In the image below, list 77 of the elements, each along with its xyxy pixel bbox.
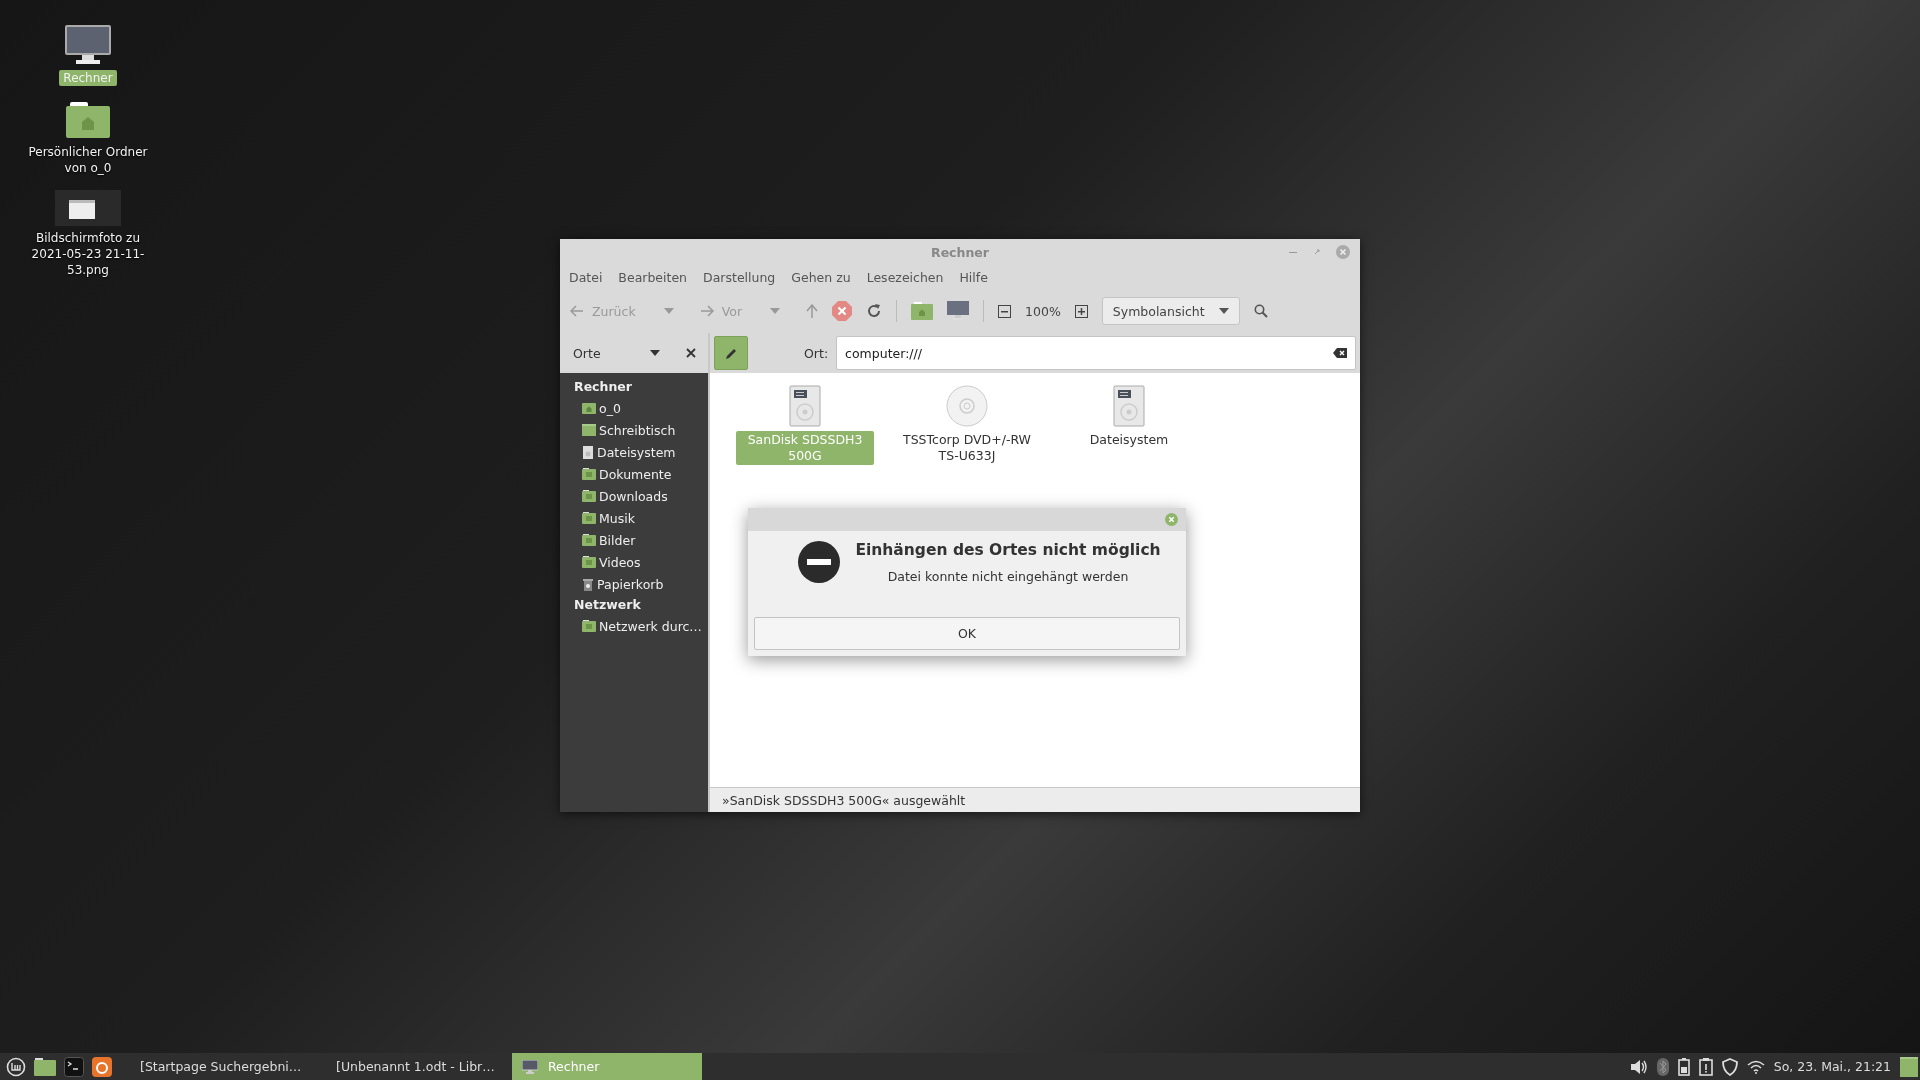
desktop-folder-icon (582, 424, 596, 436)
image-thumbnail-icon[interactable] (55, 190, 121, 226)
sidebar-item[interactable]: Schreibtisch (599, 422, 676, 438)
sidebar-item[interactable]: Dokumente (599, 466, 672, 482)
error-icon (798, 541, 840, 583)
monitor-icon (522, 1059, 538, 1074)
sidebar-item[interactable]: Netzwerk durc… (599, 618, 702, 634)
hard-drive-icon[interactable] (789, 385, 821, 427)
monitor-icon[interactable] (64, 24, 112, 66)
stop-icon[interactable] (832, 301, 853, 321)
menu-icon[interactable] (6, 1056, 26, 1077)
sidebar-section-title: Rechner (573, 378, 633, 396)
sidebar-item[interactable]: Musik (599, 510, 635, 526)
view-dropdown[interactable]: Symbolansicht (1101, 297, 1240, 325)
home-folder-icon (582, 402, 596, 414)
sidebar-item[interactable]: Bilder (599, 532, 636, 548)
caret-icon (1218, 308, 1229, 314)
search-icon[interactable] (1253, 304, 1268, 318)
clock[interactable]: So, 23. Mai., 21:21 (1773, 1059, 1891, 1074)
sidebar-section-title: Netzwerk (573, 596, 642, 614)
folder-icon (582, 468, 596, 480)
location-label: Ort: (804, 345, 829, 361)
sidebar-item[interactable]: Dateisystem (597, 444, 676, 460)
shield-icon[interactable] (1721, 1057, 1738, 1076)
browser-icon[interactable] (92, 1056, 112, 1077)
trash-icon (582, 577, 594, 591)
sidebar-item[interactable]: Downloads (599, 488, 668, 504)
places-selector[interactable]: Orte (573, 345, 650, 361)
menu-item[interactable]: Datei (569, 269, 603, 285)
dialog-message: Datei konnte nicht eingehängt werden (887, 569, 1129, 584)
drive-icon (582, 445, 594, 459)
file-item-label[interactable]: Dateisystem (1085, 431, 1173, 449)
folder-icon (582, 490, 596, 502)
folder-icon (582, 512, 596, 524)
hard-drive-icon[interactable] (1113, 385, 1145, 427)
window-title: Rechner (931, 244, 989, 260)
sidebar-item[interactable]: Papierkorb (597, 576, 664, 592)
zoom-in-icon[interactable] (1074, 304, 1088, 318)
folder-icon[interactable] (34, 1057, 56, 1076)
speaker-icon[interactable] (1629, 1058, 1648, 1075)
menu-item[interactable]: Darstellung (703, 269, 776, 285)
menu-item[interactable]: Bearbeiten (618, 269, 688, 285)
taskbar-window-button[interactable]: [Unbenannt 1.odt - Libr… (316, 1053, 504, 1080)
forward-arrow-icon (699, 305, 714, 317)
clear-icon[interactable] (1333, 348, 1347, 358)
zoom-level: 100% (1025, 303, 1061, 319)
location-value: computer:/// (845, 345, 922, 361)
file-item-label[interactable]: TSSTcorp DVD+/-RW TS-U633J (898, 431, 1036, 465)
folder-icon (582, 556, 596, 568)
bluetooth-icon[interactable] (1656, 1057, 1669, 1076)
menu-item[interactable]: Lesezeichen (866, 269, 944, 285)
back-arrow-icon (570, 305, 584, 317)
desktop-icon-label[interactable]: Bildschirmfoto zu 2021-05-23 21-11-53.png (18, 230, 158, 278)
folder-icon (582, 620, 596, 632)
menu-item[interactable]: Hilfe (959, 269, 988, 285)
desktop-icon-label[interactable]: Persönlicher Ordner von o_0 (18, 144, 158, 176)
wifi-icon[interactable] (1746, 1059, 1765, 1074)
sidebar-item[interactable]: Videos (599, 554, 641, 570)
dialog-heading: Einhängen des Ortes nicht möglich (855, 541, 1161, 559)
sidebar-item[interactable]: o_0 (599, 400, 621, 416)
caret-icon[interactable] (650, 350, 660, 356)
pencil-icon (724, 346, 738, 360)
clipboard-icon[interactable] (1698, 1057, 1713, 1076)
computer-icon[interactable] (947, 301, 970, 321)
folder-icon (582, 534, 596, 546)
status-text: »SanDisk SDSSDH3 500G« ausgewählt (722, 792, 966, 808)
location-field[interactable]: computer:/// (836, 336, 1356, 370)
ok-button[interactable]: OK (754, 617, 1180, 650)
close-icon[interactable] (686, 348, 696, 358)
menu-item[interactable]: Gehen zu (791, 269, 851, 285)
home-folder-icon[interactable] (64, 100, 112, 140)
battery-icon[interactable] (1677, 1057, 1690, 1076)
terminal-icon[interactable] (64, 1056, 84, 1077)
zoom-out-icon[interactable] (998, 304, 1012, 318)
reload-icon[interactable] (866, 303, 883, 319)
taskbar-window-button[interactable]: [Startpage Suchergebni… (120, 1053, 308, 1080)
show-desktop-icon[interactable] (1900, 1056, 1918, 1077)
